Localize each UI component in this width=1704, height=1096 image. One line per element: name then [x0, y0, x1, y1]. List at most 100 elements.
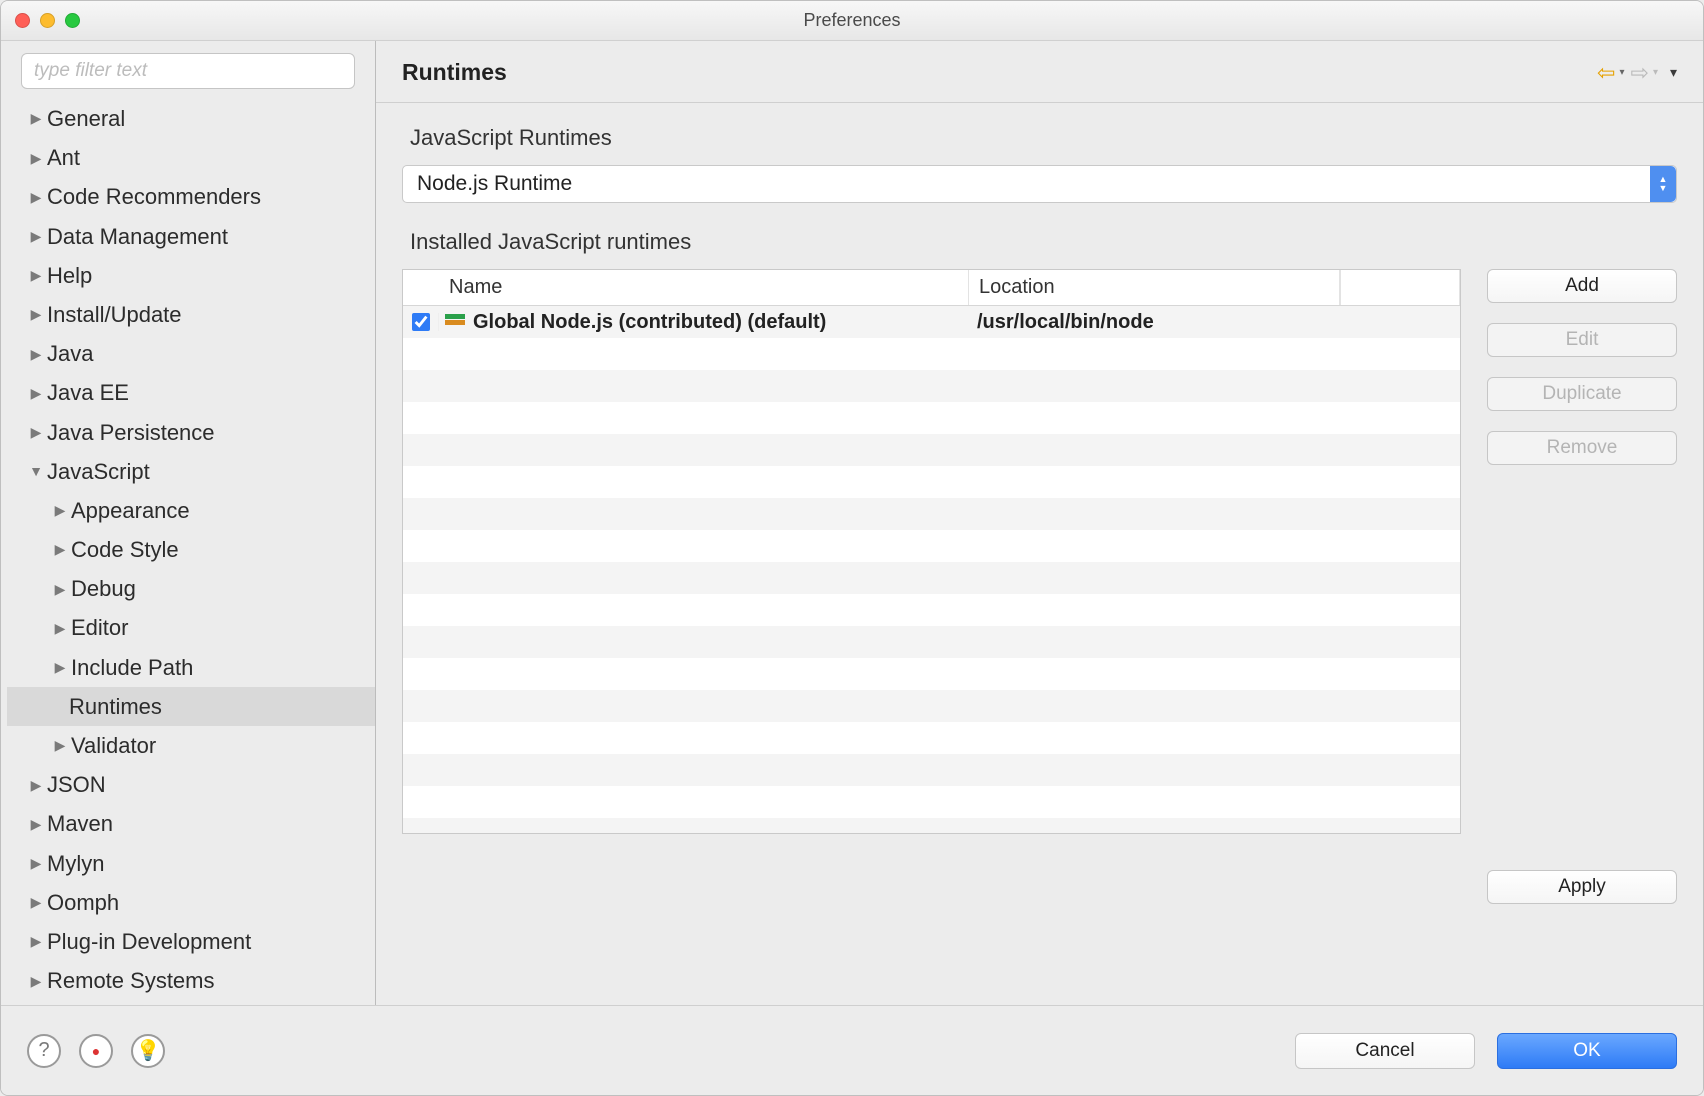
chevron-right-icon[interactable]: ▶	[27, 891, 45, 913]
add-button[interactable]: Add	[1487, 269, 1677, 303]
table-row	[403, 370, 1460, 402]
tree-item-label: Oomph	[47, 885, 119, 920]
tree-item-install-update[interactable]: ▶Install/Update	[7, 295, 375, 334]
table-row	[403, 594, 1460, 626]
tree-item-label: Install/Update	[47, 297, 182, 332]
chevron-right-icon[interactable]: ▶	[51, 578, 69, 600]
cancel-button[interactable]: Cancel	[1295, 1033, 1475, 1069]
table-buttons: Add Edit Duplicate Remove	[1487, 269, 1677, 834]
tree-item-oomph[interactable]: ▶Oomph	[7, 883, 375, 922]
ok-button[interactable]: OK	[1497, 1033, 1677, 1069]
tree-item-debug[interactable]: ▶Debug	[7, 569, 375, 608]
duplicate-button: Duplicate	[1487, 377, 1677, 411]
tree-item-ant[interactable]: ▶Ant	[7, 138, 375, 177]
tree-item-code-style[interactable]: ▶Code Style	[7, 530, 375, 569]
section-installed: Installed JavaScript runtimes	[376, 225, 1703, 269]
tree-item-help[interactable]: ▶Help	[7, 256, 375, 295]
chevron-right-icon[interactable]: ▶	[27, 343, 45, 365]
col-location[interactable]: Location	[969, 270, 1340, 305]
chevron-right-icon[interactable]: ▶	[27, 147, 45, 169]
chevron-right-icon[interactable]: ▶	[51, 656, 69, 678]
tree-item-data-management[interactable]: ▶Data Management	[7, 217, 375, 256]
table-row	[403, 658, 1460, 690]
main-panel: Runtimes ⇦▾ ⇨▾ ▾ JavaScript Runtimes Nod…	[376, 41, 1703, 1005]
runtime-checkbox[interactable]	[412, 313, 430, 331]
chevron-right-icon[interactable]: ▶	[51, 538, 69, 560]
tree-item-label: Java	[47, 336, 93, 371]
tree-item-json[interactable]: ▶JSON	[7, 765, 375, 804]
chevron-right-icon[interactable]: ▶	[27, 852, 45, 874]
tree-item-validator[interactable]: ▶Validator	[7, 726, 375, 765]
chevron-right-icon[interactable]: ▶	[27, 225, 45, 247]
chevron-right-icon[interactable]: ▶	[27, 421, 45, 443]
chevron-right-icon[interactable]: ▶	[27, 930, 45, 952]
tree-item-label: Java Persistence	[47, 415, 215, 450]
page-title: Runtimes	[402, 59, 507, 86]
tree-item-label: Runtimes	[69, 689, 162, 724]
chevron-right-icon[interactable]: ▶	[51, 617, 69, 639]
section-js-runtimes: JavaScript Runtimes	[376, 103, 1703, 165]
apply-button[interactable]: Apply	[1487, 870, 1677, 904]
dialog-footer: ? ● 💡 Cancel OK	[1, 1005, 1703, 1095]
record-icon[interactable]: ●	[79, 1034, 113, 1068]
preferences-tree[interactable]: ▶General▶Ant▶Code Recommenders▶Data Mana…	[1, 99, 375, 1005]
chevron-right-icon[interactable]: ▶	[27, 774, 45, 796]
tree-item-java-persistence[interactable]: ▶Java Persistence	[7, 413, 375, 452]
tree-item-label: Maven	[47, 806, 113, 841]
runtime-type-combo[interactable]: Node.js Runtime ▲▼	[402, 165, 1677, 203]
chevron-down-icon[interactable]: ▼	[27, 460, 45, 482]
tree-item-plug-in-development[interactable]: ▶Plug-in Development	[7, 922, 375, 961]
window-title: Preferences	[1, 10, 1703, 31]
chevron-right-icon[interactable]: ▶	[27, 186, 45, 208]
tree-item-javascript[interactable]: ▼JavaScript	[7, 452, 375, 491]
nav-back-icon[interactable]: ⇦	[1597, 60, 1615, 86]
chevron-right-icon[interactable]: ▶	[51, 499, 69, 521]
chevron-right-icon[interactable]: ▶	[27, 107, 45, 129]
chevron-right-icon[interactable]: ▶	[27, 264, 45, 286]
table-row	[403, 338, 1460, 370]
page-nav: ⇦▾ ⇨▾ ▾	[1597, 60, 1677, 86]
tree-item-label: Appearance	[71, 493, 190, 528]
tree-item-maven[interactable]: ▶Maven	[7, 804, 375, 843]
table-row	[403, 466, 1460, 498]
stepper-icon[interactable]: ▲▼	[1650, 166, 1676, 202]
tree-item-label: Validator	[71, 728, 156, 763]
tree-item-appearance[interactable]: ▶Appearance	[7, 491, 375, 530]
view-menu-icon[interactable]: ▾	[1670, 64, 1677, 81]
table-row	[403, 690, 1460, 722]
tree-item-label: Remote Systems	[47, 963, 215, 998]
tree-item-label: JavaScript	[47, 454, 150, 489]
table-row[interactable]: Global Node.js (contributed) (default)/u…	[403, 306, 1460, 338]
tree-item-label: Data Management	[47, 219, 228, 254]
tree-item-include-path[interactable]: ▶Include Path	[7, 648, 375, 687]
nav-back-menu-icon[interactable]: ▾	[1619, 67, 1624, 78]
table-row	[403, 818, 1460, 833]
tree-item-code-recommenders[interactable]: ▶Code Recommenders	[7, 177, 375, 216]
chevron-right-icon[interactable]: ▶	[27, 813, 45, 835]
filter-input[interactable]	[21, 53, 355, 89]
runtimes-table[interactable]: Name Location Global Node.js (contribute…	[402, 269, 1461, 834]
chevron-right-icon[interactable]: ▶	[51, 734, 69, 756]
tree-item-java[interactable]: ▶Java	[7, 334, 375, 373]
tree-item-remote-systems[interactable]: ▶Remote Systems	[7, 961, 375, 1000]
help-icon[interactable]: ?	[27, 1034, 61, 1068]
runtime-name: Global Node.js (contributed) (default)	[473, 311, 826, 334]
tree-item-java-ee[interactable]: ▶Java EE	[7, 373, 375, 412]
chevron-right-icon[interactable]: ▶	[27, 303, 45, 325]
table-row	[403, 722, 1460, 754]
tree-item-label: Java EE	[47, 375, 129, 410]
tree-item-label: Plug-in Development	[47, 924, 251, 959]
chevron-right-icon[interactable]: ▶	[27, 382, 45, 404]
chevron-right-icon[interactable]: ▶	[27, 970, 45, 992]
library-icon	[445, 314, 467, 330]
tree-item-general[interactable]: ▶General	[7, 99, 375, 138]
col-name[interactable]: Name	[439, 270, 969, 305]
preferences-window: Preferences ▶General▶Ant▶Code Recommende…	[0, 0, 1704, 1096]
tree-item-label: JSON	[47, 767, 106, 802]
lightbulb-icon[interactable]: 💡	[131, 1034, 165, 1068]
table-row	[403, 786, 1460, 818]
tree-item-runtimes[interactable]: Runtimes	[7, 687, 375, 726]
tree-item-mylyn[interactable]: ▶Mylyn	[7, 844, 375, 883]
titlebar: Preferences	[1, 1, 1703, 41]
tree-item-editor[interactable]: ▶Editor	[7, 608, 375, 647]
